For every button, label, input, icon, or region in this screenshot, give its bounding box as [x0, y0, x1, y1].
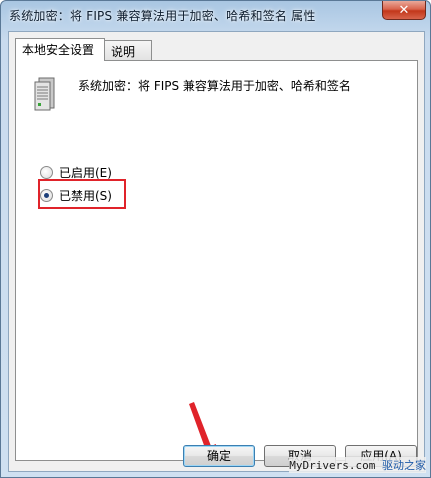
- watermark-site: MyDrivers.com: [289, 459, 376, 472]
- watermark: MyDrivers.com 驱动之家: [289, 457, 426, 473]
- watermark-name: 驱动之家: [382, 459, 426, 472]
- tab-label: 说明: [111, 45, 136, 59]
- tab-panel: 系统加密：将 FIPS 兼容算法用于加密、哈希和签名 已启用(E) 已禁用(S): [15, 60, 418, 461]
- dialog-client-area: 本地安全设置 说明 系统加密：将 FIPS 兼容算法用于加密、哈希和签名 已启用…: [8, 31, 425, 472]
- highlight-annotation: [38, 179, 126, 209]
- tab-local-security-setting[interactable]: 本地安全设置: [15, 38, 105, 61]
- properties-window: 系统加密：将 FIPS 兼容算法用于加密、哈希和签名 属性 ✕ 本地安全设置 说…: [0, 0, 431, 478]
- close-icon: ✕: [398, 2, 410, 18]
- close-button[interactable]: ✕: [382, 1, 426, 20]
- radio-enabled-label: 已启用(E): [59, 165, 112, 180]
- server-icon: [34, 77, 55, 111]
- ok-button[interactable]: 确定: [183, 445, 255, 467]
- tab-label: 本地安全设置: [22, 43, 95, 57]
- window-title: 系统加密：将 FIPS 兼容算法用于加密、哈希和签名 属性: [9, 9, 316, 23]
- policy-name: 系统加密：将 FIPS 兼容算法用于加密、哈希和签名: [78, 79, 351, 93]
- title-bar[interactable]: 系统加密：将 FIPS 兼容算法用于加密、哈希和签名 属性 ✕: [1, 1, 431, 29]
- tab-explain[interactable]: 说明: [104, 40, 152, 60]
- radio-enabled-button[interactable]: [40, 165, 53, 179]
